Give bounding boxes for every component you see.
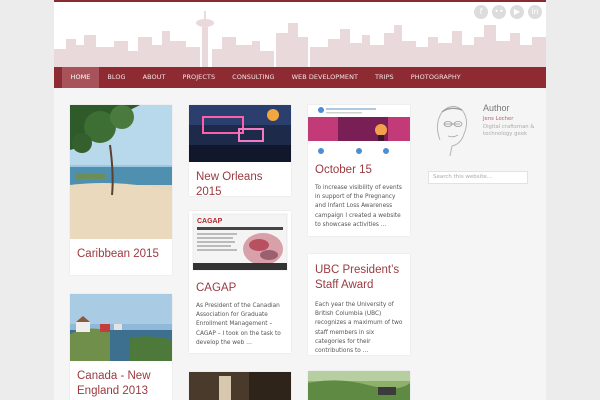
main-nav: HOME BLOG ABOUT PROJECTS CONSULTING WEB …: [54, 67, 546, 88]
author-bio-text: Digital craftsman & technology geek: [483, 123, 535, 138]
post-card-october-15: October 15 To increase visibility of eve…: [308, 105, 410, 236]
nav-consulting[interactable]: CONSULTING: [224, 67, 283, 88]
author-heading: Author: [483, 103, 510, 113]
post-title[interactable]: Caribbean 2015: [70, 239, 172, 262]
post-thumbnail[interactable]: [308, 371, 410, 400]
site-header: f •• ▶ in: [54, 0, 546, 67]
nav-home[interactable]: HOME: [62, 67, 99, 88]
post-excerpt: To increase visibility of events in supp…: [315, 185, 402, 228]
post-card-ubc-award: UBC President’s Staff Award Each year th…: [308, 254, 410, 355]
author-sketch-avatar: [428, 100, 474, 156]
post-excerpt: Each year the University of British Colu…: [315, 302, 403, 355]
post-thumbnail[interactable]: [308, 105, 410, 155]
post-card-new-orleans: New Orleans 2015: [189, 105, 291, 196]
youtube-icon[interactable]: ▶: [510, 5, 524, 19]
post-card-partial-3: [308, 371, 410, 400]
nav-projects[interactable]: PROJECTS: [174, 67, 224, 88]
post-card-caribbean: Caribbean 2015: [70, 105, 172, 275]
flickr-icon[interactable]: ••: [492, 5, 506, 19]
post-card-cagap: CAGAP CAGAP As President of the Canadian…: [189, 211, 291, 353]
nav-blog[interactable]: BLOG: [99, 67, 134, 88]
post-card-canada: Canada - New England 2013: [70, 294, 172, 400]
nav-web-development[interactable]: WEB DEVELOPMENT: [283, 67, 366, 88]
nav-photography[interactable]: PHOTOGRAPHY: [402, 67, 469, 88]
nav-about[interactable]: ABOUT: [134, 67, 174, 88]
linkedin-icon[interactable]: in: [528, 5, 542, 19]
city-skyline-logo[interactable]: [54, 7, 546, 67]
author-bio: Jens Locher Digital craftsman & technolo…: [483, 116, 539, 139]
post-title[interactable]: October 15: [308, 155, 410, 178]
nav-trips[interactable]: TRIPS: [367, 67, 403, 88]
page: f •• ▶ in HOME BLOG ABOUT PROJECTS CONSU…: [54, 0, 546, 400]
social-links: f •• ▶ in: [474, 5, 542, 19]
post-title[interactable]: UBC President’s Staff Award: [308, 254, 410, 293]
facebook-icon[interactable]: f: [474, 5, 488, 19]
post-thumbnail[interactable]: CAGAP: [189, 211, 291, 273]
post-title[interactable]: Canada - New England 2013: [70, 361, 172, 399]
post-thumbnail[interactable]: [70, 294, 172, 361]
post-card-partial-2: [189, 372, 291, 400]
post-thumbnail[interactable]: [70, 105, 172, 239]
author-name-link[interactable]: Jens Locher: [483, 116, 513, 122]
post-title[interactable]: CAGAP: [189, 273, 291, 296]
post-title[interactable]: New Orleans 2015: [189, 162, 291, 196]
search-input[interactable]: Search this website...: [428, 171, 528, 184]
post-thumbnail[interactable]: [189, 372, 291, 400]
post-excerpt: As President of the Canadian Association…: [196, 303, 281, 346]
cagap-logo-text: CAGAP: [197, 218, 223, 225]
post-thumbnail[interactable]: [189, 105, 291, 162]
